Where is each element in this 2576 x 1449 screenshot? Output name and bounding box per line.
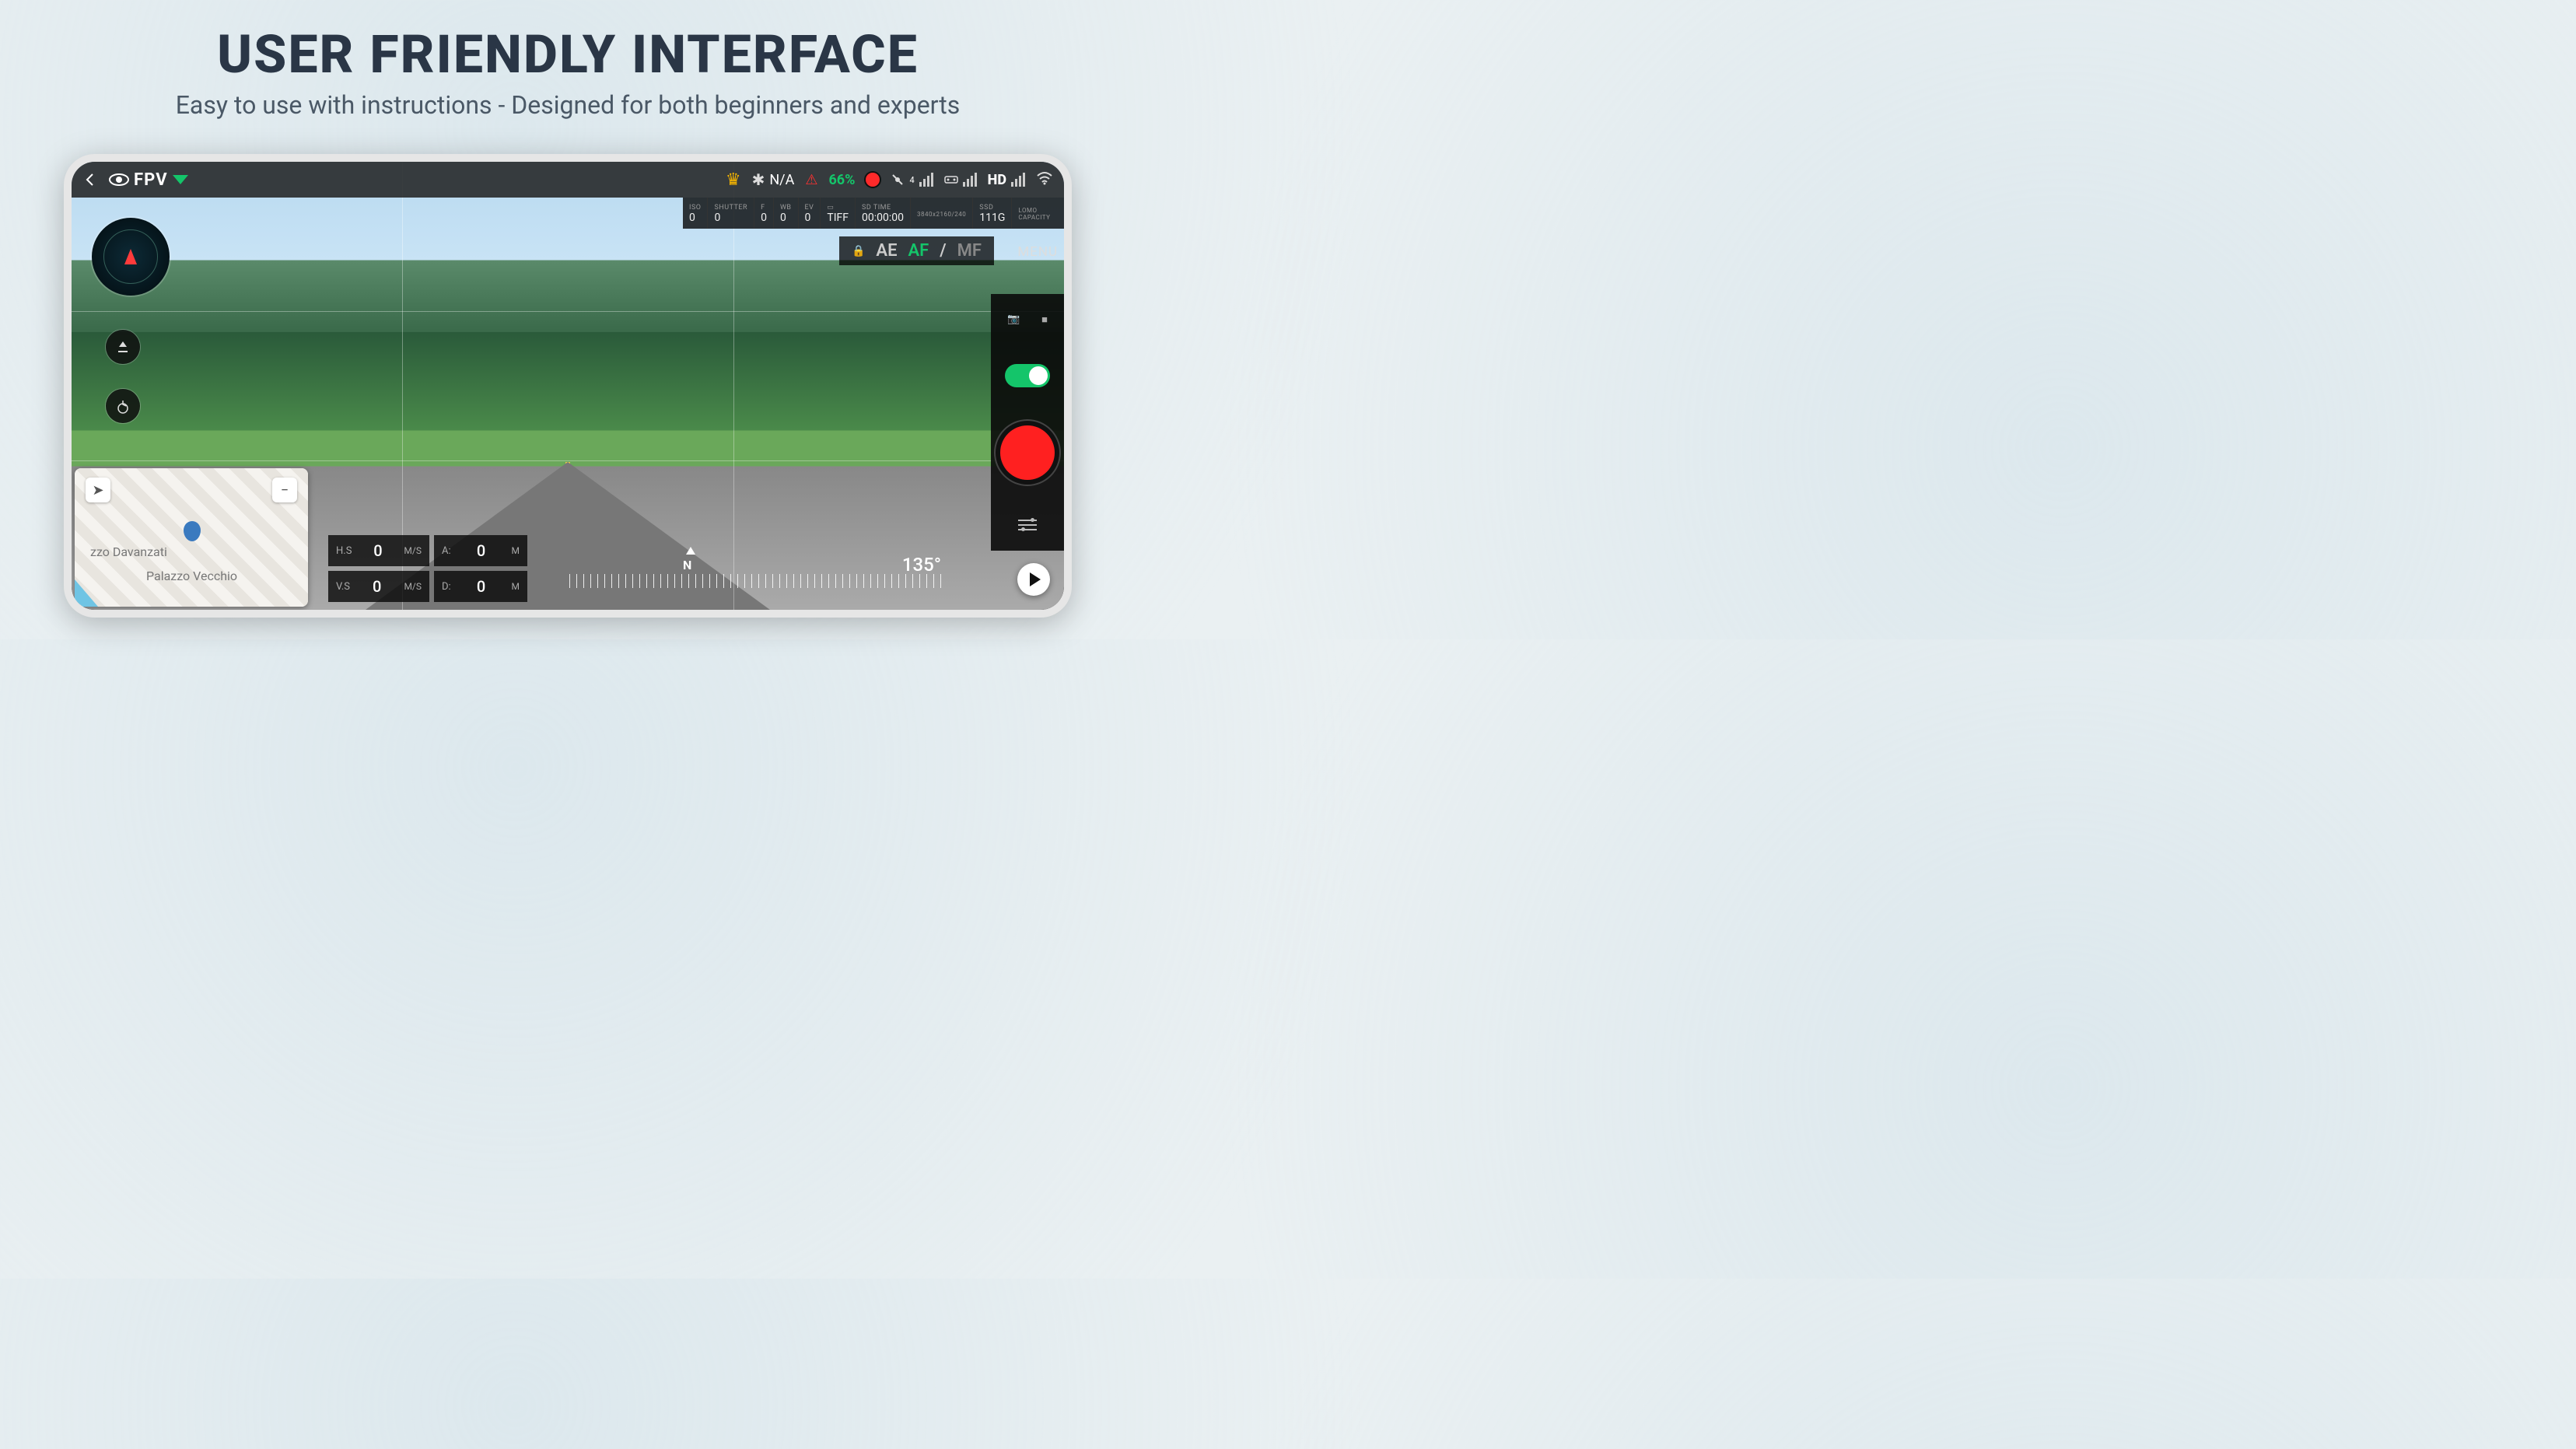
compass-north: N <box>683 558 691 572</box>
param-resolution[interactable]: 3840x2160/240 <box>911 198 973 229</box>
param-ev[interactable]: EV0 <box>799 198 821 229</box>
marketing-headline: USER FRIENDLY INTERFACE Easy to use with… <box>0 0 1136 120</box>
rc-signal[interactable] <box>944 173 977 187</box>
param-ssd[interactable]: SSD111G <box>973 198 1012 229</box>
minimap-center-button[interactable]: ➤ <box>86 478 110 502</box>
camera-param-strip[interactable]: ISO0 SHUTTER0 F0 WB0 EV0 ▭TIFF SD TIME00… <box>683 198 1064 229</box>
rc-bars-icon <box>963 173 977 187</box>
attitude-radar[interactable] <box>92 218 170 296</box>
video-signal-label: HD <box>988 172 1006 188</box>
remote-controller-icon <box>944 174 958 185</box>
drone-status[interactable]: ✱ N/A <box>752 170 795 189</box>
drone-icon: ✱ <box>752 170 765 189</box>
record-status-icon[interactable] <box>866 173 880 187</box>
gallery-play-button[interactable] <box>1017 563 1050 596</box>
phone-mockup: FPV ♛ ✱ N/A ⚠ 66% 4 HD <box>64 154 1072 618</box>
compass-ticks <box>569 574 947 588</box>
minimap-labels: zzo Davanzati Palazzo Vecchio <box>90 544 308 583</box>
eye-icon <box>109 173 129 187</box>
telemetry-vspeed: V.S0M/S <box>328 571 429 602</box>
photo-mode-icon: 📷 <box>1007 313 1020 326</box>
return-home-icon <box>114 397 131 415</box>
param-aperture[interactable]: F0 <box>754 198 774 229</box>
video-signal[interactable]: HD <box>988 172 1025 188</box>
dropdown-caret-icon <box>173 175 188 184</box>
gps-bars-icon <box>919 173 933 187</box>
wifi-icon[interactable] <box>1036 171 1053 189</box>
return-home-button[interactable] <box>106 389 140 423</box>
telemetry-panel: H.S0M/S A:0M V.S0M/S D:0M <box>328 535 527 602</box>
capture-mode-row: 📷 ■ <box>1007 313 1048 326</box>
gps-signal[interactable]: 4 <box>891 173 933 187</box>
battery-percent[interactable]: 66% <box>828 172 855 188</box>
photo-video-switch[interactable] <box>1005 364 1050 387</box>
gps-count: 4 <box>909 175 914 185</box>
camera-menu-button[interactable]: MENU <box>1017 244 1058 260</box>
param-format[interactable]: ▭TIFF <box>821 198 856 229</box>
storage-icon: ▭ <box>827 204 849 212</box>
param-wb[interactable]: WB0 <box>774 198 799 229</box>
af-toggle[interactable]: AF <box>908 241 929 261</box>
headline-title: USER FRIENDLY INTERFACE <box>0 23 1136 86</box>
premium-crown-icon[interactable]: ♛ <box>726 170 741 190</box>
back-arrow-icon <box>82 172 98 187</box>
telemetry-altitude: A:0M <box>434 535 527 566</box>
takeoff-icon <box>115 339 131 355</box>
param-lomo[interactable]: LOMO CAPACITY <box>1012 198 1064 229</box>
ae-label[interactable]: AE <box>876 241 897 261</box>
view-mode-label: FPV <box>134 170 168 190</box>
grid-hline-2 <box>72 460 1064 461</box>
compass-strip[interactable]: N 135° <box>569 558 947 599</box>
minimap-zoom-out-button[interactable]: − <box>272 478 297 502</box>
video-mode-icon: ■ <box>1041 313 1048 326</box>
back-button[interactable] <box>82 172 98 187</box>
minimap-poi-a: zzo Davanzati <box>90 544 308 559</box>
obstacle-warn-icon[interactable]: ⚠ <box>805 172 817 188</box>
focus-mode-row: 🔒 AE AF / MF <box>839 236 994 265</box>
hd-bars-icon <box>1011 173 1025 187</box>
takeoff-button[interactable] <box>106 330 140 364</box>
param-sdtime[interactable]: SD TIME00:00:00 <box>856 198 911 229</box>
satellite-icon <box>891 173 905 187</box>
top-status-bar: FPV ♛ ✱ N/A ⚠ 66% 4 HD <box>72 162 1064 198</box>
camera-side-panel: 📷 ■ <box>991 294 1064 551</box>
telemetry-distance: D:0M <box>434 571 527 602</box>
minimap-poi-b: Palazzo Vecchio <box>146 569 308 583</box>
param-shutter[interactable]: SHUTTER0 <box>708 198 754 229</box>
view-mode-toggle[interactable]: FPV <box>109 170 188 190</box>
camera-settings-button[interactable] <box>1018 518 1037 532</box>
app-screen: FPV ♛ ✱ N/A ⚠ 66% 4 HD <box>72 162 1064 610</box>
minimap[interactable]: ➤ − zzo Davanzati Palazzo Vecchio <box>75 468 308 607</box>
grid-hline-1 <box>72 311 1064 312</box>
focus-separator: / <box>940 241 946 261</box>
compass-heading-value: 135° <box>902 554 941 576</box>
ae-lock-icon[interactable]: 🔒 <box>852 245 865 257</box>
mf-toggle[interactable]: MF <box>957 241 982 261</box>
record-shutter-button[interactable] <box>1000 425 1055 480</box>
headline-subtitle: Easy to use with instructions - Designed… <box>0 90 1136 120</box>
grid-vline-2 <box>733 162 734 610</box>
telemetry-hspeed: H.S0M/S <box>328 535 429 566</box>
drone-status-text: N/A <box>769 172 794 188</box>
param-iso[interactable]: ISO0 <box>683 198 708 229</box>
